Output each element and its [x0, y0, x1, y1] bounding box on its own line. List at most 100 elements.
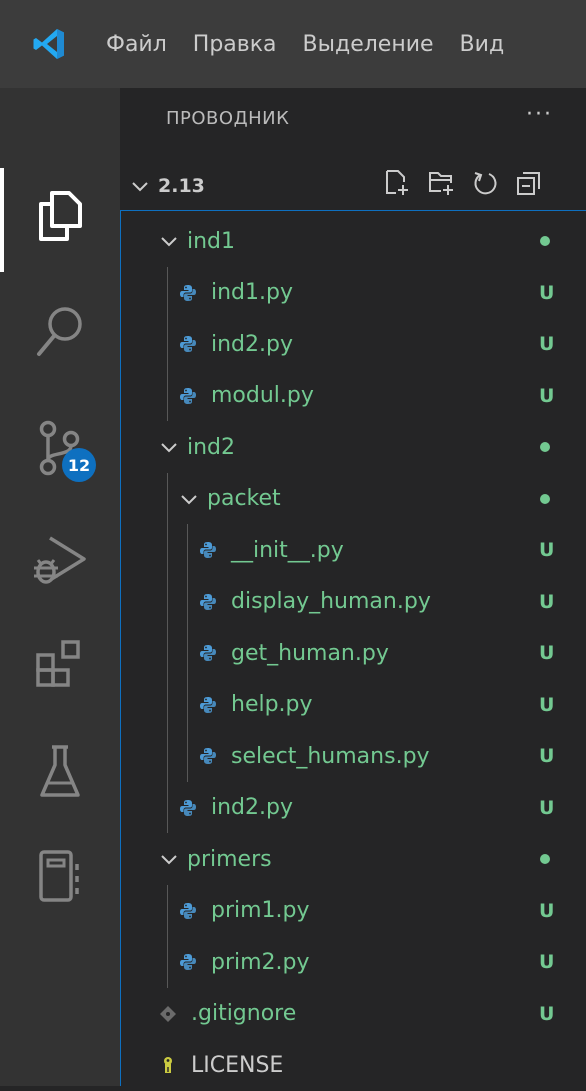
new-file-button[interactable] — [382, 168, 412, 198]
python-file-icon — [180, 902, 196, 919]
new-file-icon — [386, 170, 408, 195]
refresh-button[interactable] — [470, 168, 500, 198]
active-indicator — [0, 168, 4, 272]
run-debug-icon — [34, 536, 86, 584]
python-file-icon — [180, 799, 196, 816]
chevron-down-icon — [181, 494, 197, 504]
explorer-title: ПРОВОДНИК — [166, 108, 290, 129]
run-debug-button[interactable] — [28, 528, 92, 592]
tree-item-label: ind1 — [187, 228, 236, 254]
python-file-icon — [200, 645, 216, 661]
tree-file-modul-py[interactable]: modul.py U — [121, 370, 586, 422]
tree-item-label: packet — [207, 486, 281, 511]
tree-file-help-py[interactable]: help.py U — [121, 679, 586, 731]
chevron-down-icon — [161, 443, 177, 453]
tree-item-label: .gitignore — [191, 1001, 297, 1026]
tree-item-label: ind2.py — [211, 795, 293, 820]
tree-item-label: __init__.py — [231, 537, 344, 563]
testing-button[interactable] — [28, 740, 92, 804]
activity-bar: 12 — [0, 88, 120, 1086]
collapse-all-icon — [517, 172, 540, 195]
license-key-icon — [164, 1057, 172, 1073]
tree-item-label: ind1.py — [211, 280, 293, 305]
workspace-folder-header[interactable]: 2.13 — [130, 172, 205, 200]
chevron-down-icon — [161, 855, 177, 865]
files-icon — [39, 191, 82, 241]
menu-file[interactable]: Файл — [106, 32, 167, 57]
tree-file-ind2-py[interactable]: ind2.py U — [121, 782, 586, 834]
search-button[interactable] — [28, 300, 92, 364]
git-status-untracked: U — [539, 384, 555, 407]
tree-file-prim1-py[interactable]: prim1.py U — [121, 885, 586, 937]
tree-folder-packet[interactable]: packet — [121, 473, 586, 525]
indent-guide — [167, 884, 168, 988]
chevron-down-icon — [161, 237, 177, 247]
tree-item-label: primers — [187, 846, 272, 872]
file-tree: ind1 ind1.py Uind2.py Umodul.py Uind2 packet _… — [120, 210, 586, 1086]
git-status-untracked: U — [539, 693, 555, 716]
tree-file-gitignore[interactable]: .gitignore U — [121, 988, 586, 1040]
tree-file-display-human-py[interactable]: display_human.py U — [121, 576, 586, 628]
tree-item-label: prim1.py — [211, 898, 310, 923]
python-file-icon — [200, 696, 216, 713]
tree-folder-primers[interactable]: primers — [121, 833, 586, 885]
tree-item-label: ind2 — [187, 434, 236, 460]
git-status-untracked: U — [539, 745, 555, 767]
tree-item-label: display_human.py — [231, 589, 431, 614]
tree-file-ind1-py[interactable]: ind1.py U — [121, 267, 586, 319]
menu-selection[interactable]: Выделение — [303, 32, 434, 57]
menu-view[interactable]: Вид — [460, 32, 505, 57]
tree-file-prim2-py[interactable]: prim2.py U — [121, 936, 586, 988]
git-status-untracked: U — [539, 951, 555, 973]
tree-folder-ind1[interactable]: ind1 — [121, 215, 586, 267]
tree-file-ind2-py[interactable]: ind2.py U — [121, 318, 586, 370]
git-status-dot — [540, 493, 550, 504]
python-file-icon — [180, 387, 196, 404]
source-control-badge: 12 — [62, 448, 96, 482]
notebook-button[interactable] — [28, 844, 92, 908]
tree-item-label: help.py — [231, 692, 313, 717]
python-file-icon — [180, 954, 196, 970]
tree-folder-ind2[interactable]: ind2 — [121, 421, 586, 473]
indent-guide — [167, 472, 168, 833]
git-status-untracked: U — [539, 281, 555, 304]
extensions-button[interactable] — [28, 632, 92, 696]
workspace-folder-name: 2.13 — [158, 175, 205, 197]
git-status-untracked: U — [539, 642, 555, 664]
python-file-icon — [200, 542, 216, 558]
tree-file-init-py[interactable]: __init__.py U — [121, 524, 586, 576]
git-status-untracked: U — [539, 1002, 555, 1025]
indent-guide — [167, 266, 168, 421]
more-actions-button[interactable]: ··· — [526, 102, 553, 127]
tree-file-get-human-py[interactable]: get_human.py U — [121, 627, 586, 679]
search-icon — [37, 307, 82, 356]
git-status-untracked: U — [539, 539, 555, 561]
indent-guide — [187, 524, 188, 782]
menu-edit[interactable]: Правка — [193, 32, 277, 57]
tree-item-label: ind2.py — [211, 331, 293, 357]
python-file-icon — [200, 748, 216, 764]
tree-file-license[interactable]: LICENSE — [121, 1039, 586, 1091]
new-folder-icon — [429, 172, 453, 195]
git-status-dot — [540, 442, 550, 452]
git-file-icon — [160, 1005, 176, 1022]
new-folder-button[interactable] — [426, 168, 456, 198]
tree-item-label: modul.py — [211, 383, 314, 408]
explorer-button[interactable] — [28, 184, 92, 248]
tree-item-label: get_human.py — [231, 640, 389, 666]
git-status-dot — [540, 854, 550, 864]
python-file-icon — [180, 336, 196, 352]
collapse-all-button[interactable] — [514, 168, 544, 198]
tree-item-label: LICENSE — [191, 1052, 284, 1078]
git-status-dot — [540, 236, 550, 246]
title-bar: Файл Правка Выделение Вид — [0, 0, 586, 88]
explorer-actions — [382, 168, 544, 198]
chevron-down-icon — [132, 182, 148, 192]
git-status-untracked: U — [539, 590, 555, 613]
git-status-untracked: U — [539, 899, 555, 922]
notebook-icon — [39, 850, 79, 902]
tree-file-select-humans-py[interactable]: select_humans.py U — [121, 730, 586, 782]
python-file-icon — [180, 284, 196, 301]
tree-item-label: prim2.py — [211, 949, 310, 975]
refresh-icon — [474, 172, 497, 195]
